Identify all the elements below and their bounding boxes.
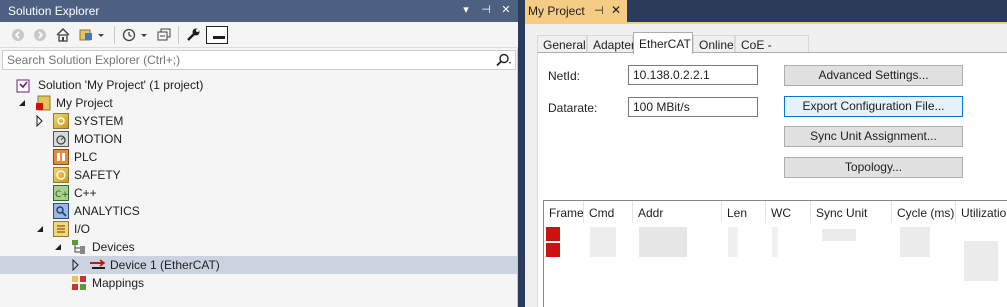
tree-item-label: My Project	[56, 96, 113, 110]
column-header-frame[interactable]: Frame	[544, 201, 584, 223]
search-input[interactable]	[7, 52, 477, 68]
pin-icon[interactable]: ⊣	[594, 4, 604, 17]
expanded-arrow-icon[interactable]	[16, 97, 28, 109]
safety-icon	[53, 167, 69, 183]
panel-splitter[interactable]	[518, 0, 525, 307]
frame-list-view[interactable]: Frame Cmd Addr Len WC Sync Unit Cycle (m…	[543, 200, 1007, 307]
tree-item-label: Mappings	[92, 276, 145, 290]
solution-explorer-search[interactable]	[2, 50, 516, 70]
tab-adapter[interactable]: Adapter	[587, 35, 635, 53]
tree-item-cpp[interactable]: C+ C++	[0, 184, 517, 202]
frame-marker	[546, 243, 560, 257]
tree-item-label: Solution 'My Project' (1 project)	[38, 78, 204, 92]
tree-item-plc[interactable]: PLC	[0, 148, 517, 166]
tree-item-system[interactable]: SYSTEM	[0, 112, 517, 130]
column-header-wc[interactable]: WC	[766, 201, 811, 223]
project-icon	[35, 95, 51, 111]
column-header-utilization[interactable]: Utilization	[956, 201, 1007, 223]
ethercat-device-icon	[89, 257, 106, 273]
tree-item-label: PLC	[74, 150, 98, 164]
tab-general[interactable]: General	[537, 35, 587, 53]
tree-item-label: I/O	[74, 222, 91, 236]
collapsed-arrow-icon[interactable]	[70, 258, 82, 272]
netid-label: NetId:	[548, 69, 581, 83]
tree-item-label: SAFETY	[74, 168, 121, 182]
redacted-cell	[728, 227, 738, 257]
frame-marker	[546, 227, 560, 241]
properties-wrench-icon[interactable]	[185, 27, 203, 43]
document-tab-title: My Project	[528, 4, 585, 18]
document-pane: My Project ⊣ ✕ General Adapter EtherCAT …	[525, 0, 1007, 307]
tree-item-label: SYSTEM	[74, 114, 124, 128]
tree-item-label: C++	[74, 186, 97, 200]
tab-ethercat[interactable]: EtherCAT	[633, 32, 693, 54]
tree-item-io[interactable]: I/O	[0, 220, 517, 238]
collapse-all-icon[interactable]	[156, 27, 174, 43]
sync-unit-assignment-button[interactable]: Sync Unit Assignment...	[784, 126, 963, 147]
tree-item-label: ANALYTICS	[74, 204, 140, 218]
tree-item-analytics[interactable]: ANALYTICS	[0, 202, 517, 220]
window-position-dropdown-icon[interactable]: ▾	[458, 2, 474, 18]
analytics-icon	[53, 203, 69, 219]
column-header-sync-unit[interactable]: Sync Unit	[811, 201, 892, 223]
document-body: General Adapter EtherCAT Online CoE - On…	[529, 24, 1007, 307]
column-header-cmd[interactable]: Cmd	[584, 201, 633, 223]
tree-item-safety[interactable]: SAFETY	[0, 166, 517, 184]
tree-item-devices[interactable]: Devices	[0, 238, 517, 256]
tree-item-my-project[interactable]: My Project	[0, 94, 517, 112]
redacted-cell	[772, 227, 778, 257]
plc-icon	[53, 149, 69, 165]
tree-item-solution[interactable]: Solution 'My Project' (1 project)	[0, 76, 517, 94]
tree-item-motion[interactable]: MOTION	[0, 130, 517, 148]
tab-online[interactable]: Online	[693, 35, 735, 53]
export-configuration-file-button[interactable]: Export Configuration File...	[784, 96, 963, 117]
motion-icon	[53, 131, 69, 147]
tree-item-label: MOTION	[74, 132, 122, 146]
redacted-cell	[900, 227, 930, 257]
tree-item-label: Device 1 (EtherCAT)	[110, 258, 220, 272]
home-icon[interactable]	[55, 27, 73, 43]
column-header-addr[interactable]: Addr	[633, 201, 722, 223]
solution-icon	[16, 77, 32, 93]
column-header-cycle[interactable]: Cycle (ms)	[892, 201, 956, 223]
topology-button[interactable]: Topology...	[784, 157, 963, 178]
back-icon[interactable]	[10, 27, 28, 43]
pin-icon[interactable]: ⊣	[478, 2, 494, 18]
pending-changes-icon[interactable]	[121, 27, 151, 43]
tree-item-mappings[interactable]: Mappings	[0, 274, 517, 292]
redacted-cell	[964, 241, 998, 281]
expanded-arrow-icon[interactable]	[52, 241, 64, 253]
netid-field[interactable]: 10.138.0.2.2.1	[628, 65, 758, 85]
tab-my-project[interactable]: My Project ⊣ ✕	[525, 0, 627, 22]
tree-item-label: Devices	[92, 240, 135, 254]
close-icon[interactable]: ✕	[498, 2, 514, 18]
preview-selected-items-icon[interactable]	[206, 26, 228, 44]
solution-explorer-title: Solution Explorer	[8, 4, 100, 18]
redacted-cell	[639, 227, 687, 257]
search-icon[interactable]	[495, 53, 511, 67]
tree-item-device-1-ethercat[interactable]: Device 1 (EtherCAT)	[0, 256, 517, 274]
close-icon[interactable]: ✕	[611, 3, 621, 17]
system-icon	[53, 113, 69, 129]
datarate-label: Datarate:	[548, 101, 598, 115]
svg-text:C+: C+	[55, 190, 68, 200]
collapsed-arrow-icon[interactable]	[34, 114, 46, 128]
tab-coe-online[interactable]: CoE - Online	[735, 35, 809, 66]
solution-explorer-toolbar	[0, 22, 518, 48]
expanded-arrow-icon[interactable]	[34, 223, 46, 235]
forward-icon[interactable]	[32, 27, 50, 43]
advanced-settings-button[interactable]: Advanced Settings...	[784, 65, 963, 86]
column-header-len[interactable]: Len	[722, 201, 766, 223]
cpp-icon: C+	[53, 185, 69, 201]
solution-explorer-title-bar: Solution Explorer ▾ ⊣ ✕	[0, 0, 518, 22]
redacted-cell	[822, 229, 856, 241]
datarate-field[interactable]: 100 MBit/s	[628, 97, 758, 117]
devices-icon	[71, 239, 87, 255]
solution-explorer-panel: Solution Explorer ▾ ⊣ ✕ Search Solution …	[0, 0, 518, 307]
redacted-cell	[590, 227, 616, 257]
io-icon	[53, 221, 69, 237]
mappings-icon	[71, 275, 87, 291]
document-tab-strip: My Project ⊣ ✕	[525, 0, 1007, 22]
switch-views-icon[interactable]	[78, 27, 108, 43]
